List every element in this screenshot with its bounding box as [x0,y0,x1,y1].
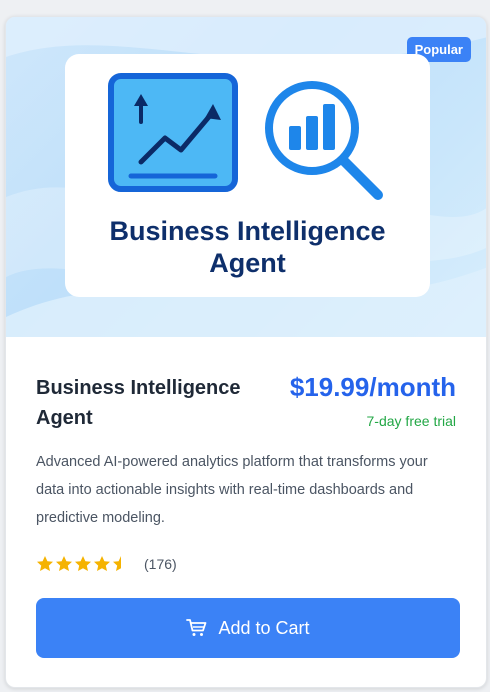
logo-title-line2: Agent [209,248,286,278]
cart-icon [186,619,207,636]
product-logo: Business Intelligence Agent [65,54,430,297]
star-icon [94,556,110,571]
rating: (176) [36,555,177,572]
free-trial-label: 7-day free trial [366,413,456,429]
product-hero-image: Popular Business Intelligence Agent [6,17,486,337]
product-description: Advanced AI-powered analytics platform t… [36,454,428,526]
star-rating [36,555,130,572]
product-price: $19.99/month [289,372,456,402]
logo-title-line1: Business Intelligence [109,216,386,246]
product-name: Business Intelligence Agent [36,377,241,429]
magnifier-bars-icon [265,81,383,200]
logo-icons [108,73,383,200]
star-icon [56,556,72,571]
chart-trend-icon [108,73,238,192]
add-to-cart-label: Add to Cart [218,617,310,638]
star-icon [37,556,53,571]
review-count: (176) [144,555,177,572]
half-star-icon [113,556,121,571]
add-to-cart-button[interactable]: Add to Cart [36,598,460,658]
product-card[interactable]: Popular Business Intelligence Agent Busi… [5,16,487,688]
star-icon [75,556,91,571]
